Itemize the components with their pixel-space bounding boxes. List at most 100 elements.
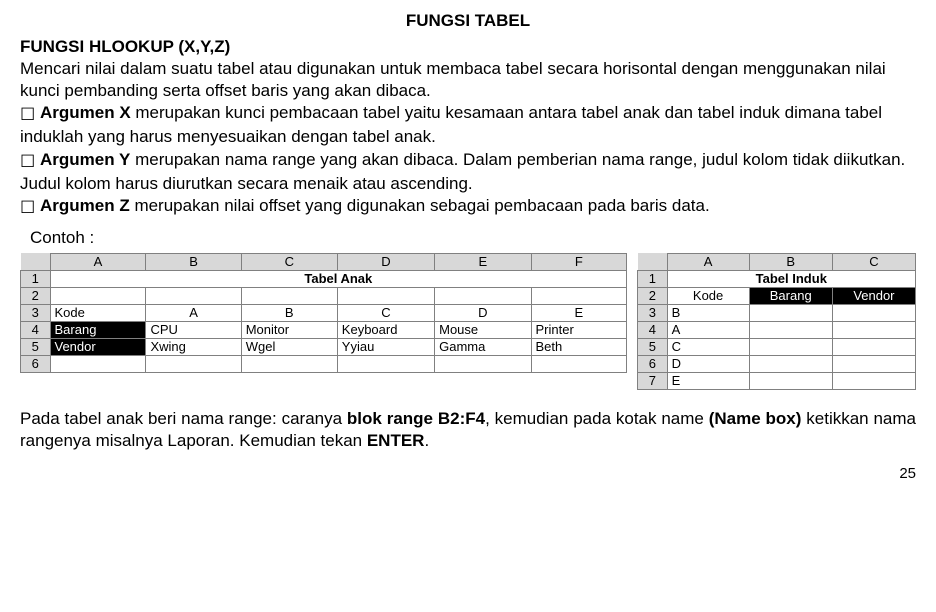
arg-z-label: Argumen Z <box>40 196 130 215</box>
cell <box>241 287 337 304</box>
row-header: 3 <box>638 304 667 321</box>
cell: A <box>146 304 241 321</box>
row-header: 4 <box>638 321 667 338</box>
col-header: A <box>667 253 749 270</box>
cell <box>832 355 915 372</box>
bottom-b1: blok range B2:F4 <box>347 409 485 428</box>
row-header: 6 <box>21 355 51 372</box>
cell: D <box>435 304 531 321</box>
arg-x-line: ☐ Argumen X merupakan kunci pembacaan ta… <box>20 102 916 148</box>
cell <box>50 355 146 372</box>
cell <box>531 287 627 304</box>
arg-x-text: merupakan kunci pembacaan tabel yaitu ke… <box>20 103 882 146</box>
cell <box>749 338 832 355</box>
col-header: A <box>50 253 146 270</box>
cell <box>146 355 241 372</box>
cell: Beth <box>531 338 627 355</box>
bottom-paragraph: Pada tabel anak beri nama range: caranya… <box>20 408 916 452</box>
cell <box>832 304 915 321</box>
section-heading: FUNGSI HLOOKUP (X,Y,Z) <box>20 36 916 58</box>
cell: Yyiau <box>337 338 434 355</box>
arg-y-line: ☐ Argumen Y merupakan nama range yang ak… <box>20 149 916 195</box>
cell <box>50 287 146 304</box>
row-header: 2 <box>638 287 667 304</box>
tabel-anak: A B C D E F 1 Tabel Anak 2 3 Kode A B C … <box>20 253 627 373</box>
cell: CPU <box>146 321 241 338</box>
arg-y-label: Argumen Y <box>40 150 130 169</box>
cell: A <box>667 321 749 338</box>
row-header: 6 <box>638 355 667 372</box>
cell <box>749 372 832 389</box>
sheet-corner <box>638 253 667 270</box>
col-header: D <box>337 253 434 270</box>
example-label: Contoh : <box>30 227 916 249</box>
cell <box>749 355 832 372</box>
cell <box>337 287 434 304</box>
cell: Kode <box>667 287 749 304</box>
cell: Monitor <box>241 321 337 338</box>
cell <box>832 372 915 389</box>
cell: C <box>667 338 749 355</box>
col-header: F <box>531 253 627 270</box>
cell: Kode <box>50 304 146 321</box>
row-header: 1 <box>638 270 667 287</box>
cell: E <box>531 304 627 321</box>
cell: Gamma <box>435 338 531 355</box>
cell: B <box>241 304 337 321</box>
cell: E <box>667 372 749 389</box>
arg-y-text: merupakan nama range yang akan dibaca. D… <box>20 150 905 193</box>
col-header: C <box>832 253 915 270</box>
row-header: 4 <box>21 321 51 338</box>
bullet-icon: ☐ <box>20 152 35 171</box>
cell <box>531 355 627 372</box>
cell: Wgel <box>241 338 337 355</box>
cell <box>435 355 531 372</box>
row-header: 2 <box>21 287 51 304</box>
cell: Mouse <box>435 321 531 338</box>
cell <box>749 304 832 321</box>
page-number: 25 <box>20 464 916 484</box>
doc-title: FUNGSI TABEL <box>20 10 916 32</box>
col-header: E <box>435 253 531 270</box>
cell <box>146 287 241 304</box>
row-header: 1 <box>21 270 51 287</box>
cell: Printer <box>531 321 627 338</box>
sheet-corner <box>21 253 51 270</box>
cell-selected: Vendor <box>50 338 146 355</box>
row-header: 3 <box>21 304 51 321</box>
arg-x-label: Argumen X <box>40 103 131 122</box>
cell <box>435 287 531 304</box>
tabel-induk-title: Tabel Induk <box>667 270 915 287</box>
arg-z-line: ☐ Argumen Z merupakan nilai offset yang … <box>20 195 916 219</box>
cell: D <box>667 355 749 372</box>
cell <box>832 321 915 338</box>
bottom-b3: ENTER <box>367 431 425 450</box>
bullet-icon: ☐ <box>20 198 35 217</box>
cell <box>241 355 337 372</box>
tabel-induk: A B C 1 Tabel Induk 2 Kode Barang Vendor… <box>637 253 916 390</box>
cell <box>749 321 832 338</box>
bullet-icon: ☐ <box>20 105 35 124</box>
cell <box>832 338 915 355</box>
bottom-t2: , kemudian pada kotak name <box>485 409 709 428</box>
cell: Keyboard <box>337 321 434 338</box>
bottom-t4: . <box>424 431 429 450</box>
cell-selected: Barang <box>749 287 832 304</box>
intro-text: Mencari nilai dalam suatu tabel atau dig… <box>20 58 916 102</box>
cell-selected: Vendor <box>832 287 915 304</box>
col-header: B <box>146 253 241 270</box>
bottom-t1: Pada tabel anak beri nama range: caranya <box>20 409 347 428</box>
row-header: 7 <box>638 372 667 389</box>
row-header: 5 <box>638 338 667 355</box>
col-header: C <box>241 253 337 270</box>
col-header: B <box>749 253 832 270</box>
cell: Xwing <box>146 338 241 355</box>
cell: C <box>337 304 434 321</box>
cell <box>337 355 434 372</box>
cell: B <box>667 304 749 321</box>
arg-z-text: merupakan nilai offset yang digunakan se… <box>130 196 710 215</box>
cell-selected: Barang <box>50 321 146 338</box>
tabel-anak-title: Tabel Anak <box>50 270 627 287</box>
bottom-b2: (Name box) <box>709 409 802 428</box>
row-header: 5 <box>21 338 51 355</box>
